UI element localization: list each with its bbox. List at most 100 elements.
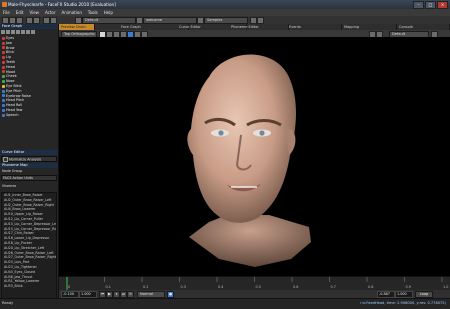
save-icon[interactable] <box>16 17 23 24</box>
menu-help[interactable]: Help <box>101 9 116 16</box>
filter-icon[interactable] <box>16 30 20 34</box>
viseme-item[interactable]: AU53_Blink <box>2 284 56 289</box>
node-color-swatch <box>2 94 5 98</box>
app-icon <box>2 2 7 7</box>
status-left: Ready <box>2 301 14 305</box>
timeline-tick-label: 0.7 <box>331 285 336 289</box>
group-combo[interactable]: Default <box>82 17 136 24</box>
search-icon[interactable] <box>21 30 25 34</box>
timeline-tick-label: 1.0 <box>443 285 448 289</box>
node-color-swatch <box>2 46 5 50</box>
node-color-swatch <box>2 89 5 93</box>
stop-icon[interactable] <box>257 17 264 24</box>
visemes-label: Visemes <box>2 184 17 188</box>
menu-animation[interactable]: Animation <box>58 9 84 16</box>
node-color-swatch <box>2 56 5 60</box>
menu-actor[interactable]: Actor <box>42 9 59 16</box>
menu-tools[interactable]: Tools <box>85 9 101 16</box>
timeline-tick-label: 0.2 <box>143 285 148 289</box>
open-icon[interactable] <box>9 17 16 24</box>
status-bar: Ready r:x:FeedHead, time: 2.908000, y:re… <box>0 298 450 309</box>
menu-file[interactable]: File <box>0 9 13 16</box>
end-time-field[interactable]: 1.000 <box>79 291 97 298</box>
timeline-tick-label: 0.1 <box>106 285 111 289</box>
play-icon[interactable] <box>250 17 257 24</box>
pause-button[interactable]: ⏸ <box>113 291 120 298</box>
playback-controls: -0.100 1.000 ⏮ ▶ ⏸ ⏭ ↻ Normal ● -0.887 1… <box>59 290 450 298</box>
normalize-label: Normalize Analysis <box>9 157 42 162</box>
record-button[interactable]: ● <box>167 291 174 298</box>
loop-toggle[interactable]: Loop <box>415 291 433 298</box>
left-iris <box>218 130 224 136</box>
start-time-field[interactable]: -0.100 <box>61 291 79 298</box>
node-color-swatch <box>2 65 5 69</box>
timeline-tick-label: 0.4 <box>218 285 223 289</box>
redo-icon[interactable] <box>33 17 40 24</box>
neck-shape <box>189 215 311 267</box>
timeline[interactable]: 0 0.1 0.2 0.3 0.4 0.5 0.6 0.7 0.8 0.9 1.0 <box>59 276 450 291</box>
timeline-tick-label: 0.5 <box>256 285 261 289</box>
play-button[interactable]: ▶ <box>106 291 113 298</box>
add-node-icon[interactable] <box>1 30 5 34</box>
node-color-swatch <box>2 84 5 88</box>
right-iris <box>259 130 265 136</box>
samples-combo[interactable]: Samples <box>204 17 248 24</box>
menu-edit[interactable]: Edit <box>13 9 27 16</box>
node-color-swatch <box>2 113 5 117</box>
head-shape <box>187 54 296 223</box>
maximize-button[interactable]: □ <box>425 1 436 9</box>
node-label: Speech <box>6 112 19 117</box>
node-color-swatch <box>2 80 5 84</box>
animation-combo[interactable]: welcome <box>143 17 197 24</box>
node-color-swatch <box>2 108 5 112</box>
node-group-select[interactable]: FACS Action Units <box>1 175 57 181</box>
forward-button[interactable]: ⏭ <box>120 291 127 298</box>
title-bar: Male-Fhysclearfe - FaceFX Studio 2010 [E… <box>0 0 450 9</box>
render-viewport[interactable] <box>59 37 450 276</box>
delete-node-icon[interactable] <box>6 30 10 34</box>
loop-button[interactable]: ↻ <box>127 291 134 298</box>
node-list-item[interactable]: Speech <box>0 113 58 118</box>
viseme-list: AU1_Inner_Brow_Raiser AU2_Outer_Brow_Rais… <box>1 192 57 302</box>
node-list: Eyes Jaw Brow Blink Lip Teeth Head Mood Cheek Nos… <box>0 36 58 118</box>
checkbox-icon[interactable] <box>3 157 8 162</box>
group-icon <box>75 17 82 24</box>
settings-icon[interactable] <box>26 30 30 34</box>
timeline-tick-label: 0.8 <box>368 285 373 289</box>
node-color-swatch <box>2 70 5 74</box>
timeline-tick-label: 0 <box>68 285 70 289</box>
panel-icon-row <box>1 30 36 35</box>
undo-icon[interactable] <box>26 17 33 24</box>
copy-icon[interactable] <box>50 17 57 24</box>
right-end-field[interactable]: 1.000 <box>395 291 413 298</box>
node-color-swatch <box>2 99 5 103</box>
window-controls: – □ × <box>412 1 448 9</box>
menu-view[interactable]: View <box>26 9 42 16</box>
refresh-icon[interactable] <box>31 30 35 34</box>
left-panel: Face Graph Eyes Jaw Brow Blink Lip Teeth Head M… <box>0 24 59 308</box>
node-color-swatch <box>2 75 5 79</box>
menu-bar: File Edit View Actor Animation Tools Help <box>0 9 450 16</box>
link-icon[interactable] <box>11 30 15 34</box>
timeline-tick-label: 0.9 <box>406 285 411 289</box>
node-color-swatch <box>2 51 5 55</box>
status-right: r:x:FeedHead, time: 2.908000, y:res: 0.7… <box>360 301 446 305</box>
curve-editor-title: Curve Editor <box>0 150 58 155</box>
timeline-tick-label: 0.6 <box>293 285 298 289</box>
timeline-ruler[interactable]: 0 0.1 0.2 0.3 0.4 0.5 0.6 0.7 0.8 0.9 1.0 <box>59 277 450 291</box>
new-icon[interactable] <box>2 17 9 24</box>
window-title: Male-Fhysclearfe - FaceFX Studio 2010 [E… <box>8 2 116 7</box>
cut-icon[interactable] <box>43 17 50 24</box>
normalize-checkbox[interactable]: Normalize Analysis <box>1 156 57 162</box>
rewind-button[interactable]: ⏮ <box>99 291 106 298</box>
minimize-button[interactable]: – <box>413 1 424 9</box>
node-color-swatch <box>2 41 5 45</box>
face-graph-title: Face Graph <box>0 24 58 29</box>
right-start-field[interactable]: -0.887 <box>377 291 395 298</box>
speed-combo[interactable]: Normal <box>137 291 165 298</box>
viseme-item[interactable]: AU2_Outer_Brow_Raiser_Left <box>2 198 56 203</box>
close-button[interactable]: × <box>437 1 448 9</box>
viseme-item[interactable]: AU15_Lip_Corner_Depressor_Left <box>2 222 56 227</box>
node-color-swatch <box>2 36 5 40</box>
node-color-swatch <box>2 60 5 64</box>
